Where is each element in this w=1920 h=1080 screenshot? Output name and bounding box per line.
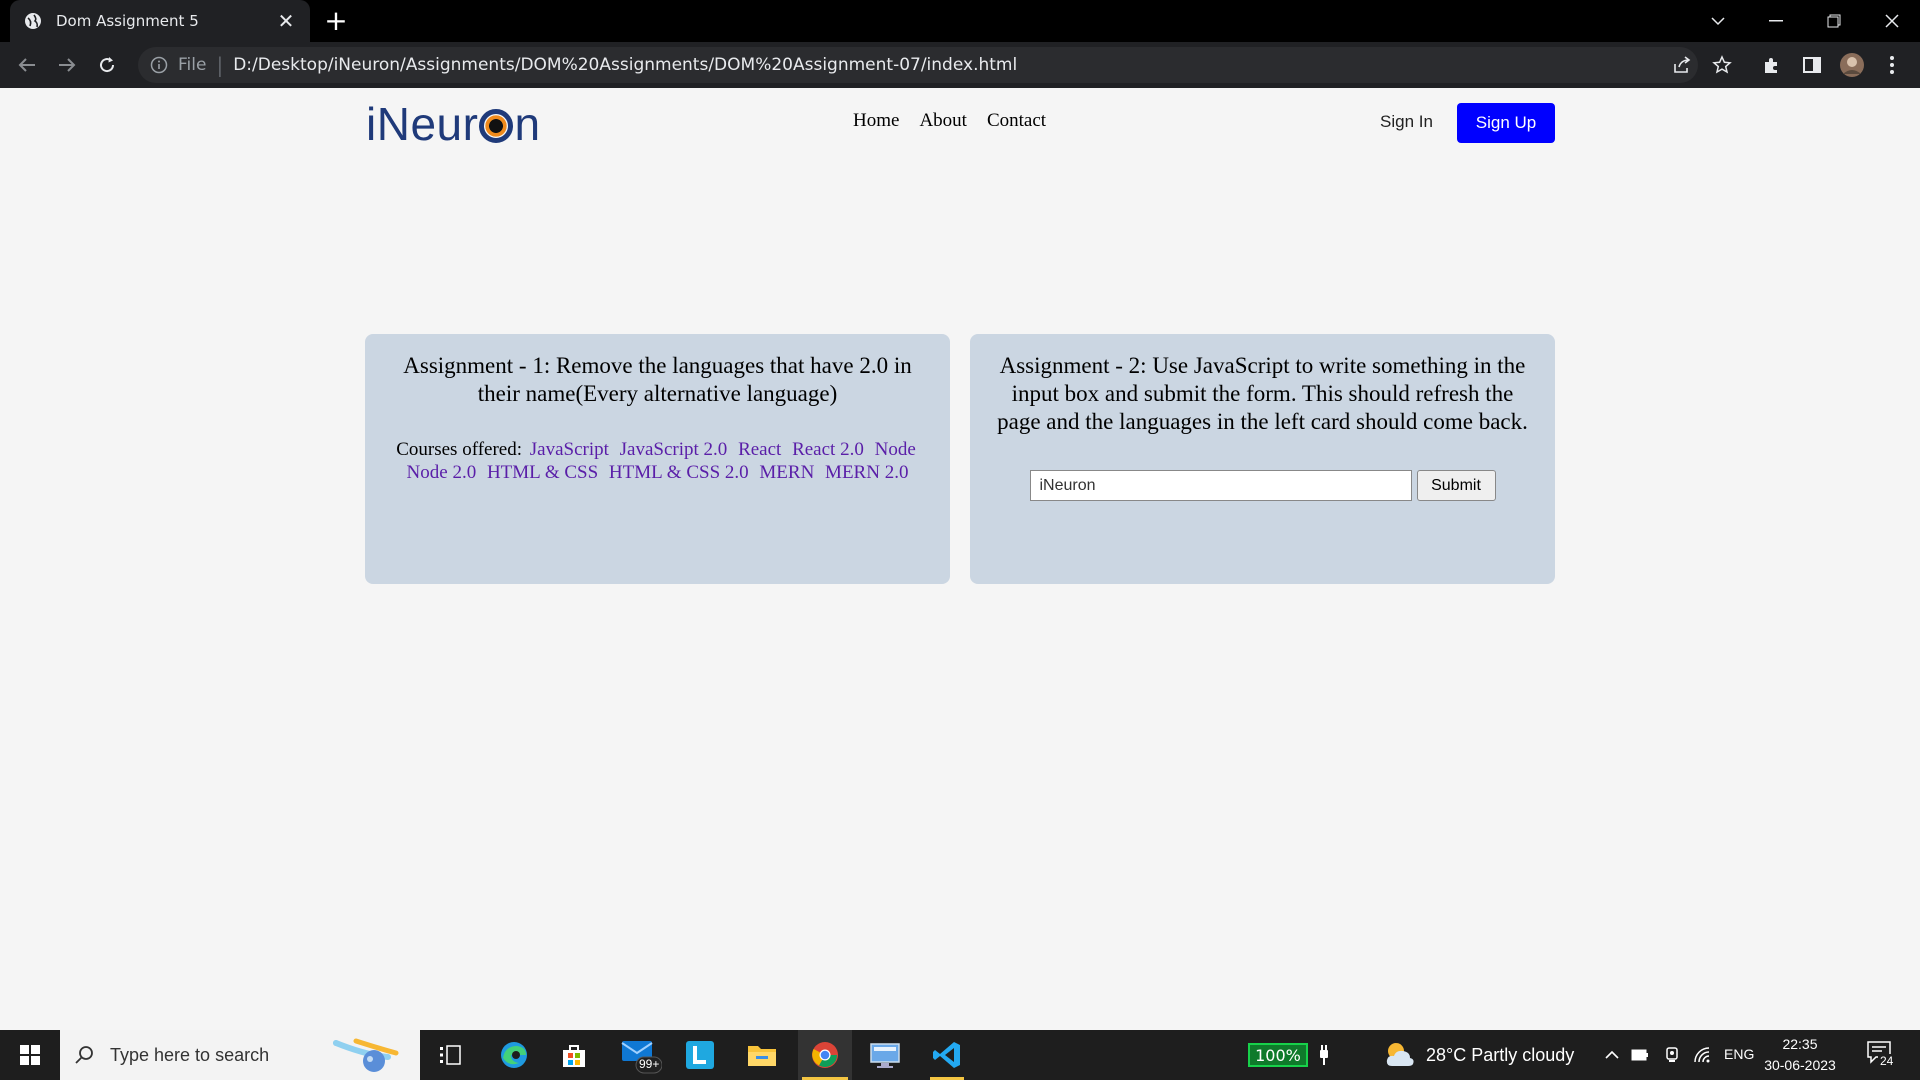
course-link[interactable]: JavaScript 2.0 (620, 439, 728, 460)
notification-center-icon[interactable]: 24 (1866, 1040, 1898, 1070)
clock-time: 22:35 (1782, 1036, 1818, 1052)
comet-search-highlight-icon (333, 1038, 399, 1072)
show-hidden-icons-chevron-icon[interactable] (1600, 1030, 1624, 1080)
assignment-1-heading: Assignment - 1: Remove the languages tha… (403, 353, 912, 406)
assignment-2-card: Assignment - 2: Use JavaScript to write … (970, 334, 1555, 584)
forward-arrow-icon[interactable] (52, 50, 82, 80)
plug-charging-icon (1312, 1030, 1336, 1080)
windows-taskbar: Type here to search 99+ 100% 28°C Partly… (0, 1030, 1920, 1080)
course-link[interactable]: HTML & CSS 2.0 (609, 462, 749, 483)
clock-date: 30-06-2023 (1764, 1057, 1836, 1073)
system-clock[interactable]: 22:35 30-06-2023 (1760, 1034, 1840, 1076)
info-icon[interactable] (150, 56, 168, 74)
close-tab-icon[interactable]: ✕ (276, 9, 296, 33)
edge-browser-icon[interactable] (490, 1030, 538, 1080)
address-url[interactable]: D:/Desktop/iNeuron/Assignments/DOM%20Ass… (233, 55, 1017, 75)
courses-list: Courses offered: JavaScript JavaScript 2… (385, 438, 930, 484)
side-panel-icon[interactable] (1797, 50, 1827, 80)
new-tab-button[interactable]: + (322, 7, 350, 36)
course-link[interactable]: HTML & CSS (487, 462, 598, 483)
main-nav: Home About Contact (853, 110, 1046, 132)
weather-widget[interactable]: 28°C Partly cloudy (1382, 1030, 1574, 1080)
course-link[interactable]: MERN (759, 462, 814, 483)
ineuron-logo[interactable]: iNeur n (366, 96, 541, 152)
assignment-form: Submit (990, 470, 1535, 501)
bookmark-star-icon[interactable] (1707, 50, 1737, 80)
input-language-indicator[interactable]: ENG (1724, 1046, 1754, 1062)
vscode-icon[interactable] (922, 1030, 972, 1080)
profile-avatar[interactable] (1837, 50, 1867, 80)
tab-search-chevron-icon[interactable] (1690, 0, 1746, 42)
browser-tab[interactable]: Dom Assignment 5 ✕ (10, 0, 310, 42)
camera-tray-icon[interactable] (1660, 1030, 1684, 1080)
battery-indicator[interactable]: 100% (1248, 1043, 1308, 1067)
nav-home-link[interactable]: Home (853, 110, 899, 132)
browser-toolbar: File | D:/Desktop/iNeuron/Assignments/DO… (0, 42, 1920, 88)
globe-icon (25, 13, 41, 29)
sign-in-link[interactable]: Sign In (1380, 112, 1433, 132)
logo-text-end: n (514, 98, 541, 150)
mail-badge: 99+ (639, 1057, 660, 1071)
logo-text-start: iNeur (366, 98, 479, 150)
restore-window-button[interactable] (1806, 0, 1862, 42)
course-link[interactable]: React (738, 439, 781, 460)
taskbar-search-box[interactable]: Type here to search (60, 1030, 420, 1080)
mail-icon[interactable]: 99+ (612, 1030, 668, 1080)
assignment-2-heading: Assignment - 2: Use JavaScript to write … (997, 353, 1528, 434)
notification-count: 24 (1878, 1054, 1896, 1068)
sign-up-button[interactable]: Sign Up (1457, 103, 1555, 143)
course-link[interactable]: React 2.0 (792, 439, 864, 460)
share-icon[interactable] (1667, 50, 1697, 80)
course-link[interactable]: Node 2.0 (407, 462, 477, 483)
extensions-puzzle-icon[interactable] (1757, 50, 1787, 80)
microsoft-store-icon[interactable] (550, 1030, 598, 1080)
assignment-1-card: Assignment - 1: Remove the languages tha… (365, 334, 950, 584)
back-arrow-icon[interactable] (12, 50, 42, 80)
course-link[interactable]: MERN 2.0 (825, 462, 908, 483)
address-separator: | (216, 53, 224, 77)
file-explorer-icon[interactable] (738, 1030, 786, 1080)
task-view-icon[interactable] (430, 1030, 470, 1080)
text-input[interactable] (1029, 470, 1412, 501)
chrome-taskbar-icon[interactable] (798, 1030, 852, 1080)
minimize-window-button[interactable] (1748, 0, 1804, 42)
course-link[interactable]: JavaScript (530, 439, 609, 460)
browser-tab-strip: Dom Assignment 5 ✕ + (0, 0, 1920, 42)
l-app-icon[interactable] (678, 1030, 722, 1080)
nav-contact-link[interactable]: Contact (987, 110, 1046, 132)
course-link[interactable]: Node (875, 439, 916, 460)
address-bar[interactable]: File | D:/Desktop/iNeuron/Assignments/DO… (138, 47, 1698, 83)
remote-desktop-icon[interactable] (860, 1030, 910, 1080)
web-page: iNeur n Home About Contact Sign In Sign U… (0, 88, 1920, 1030)
address-scheme-label: File (178, 55, 207, 75)
submit-button[interactable]: Submit (1416, 470, 1496, 501)
wifi-icon[interactable] (1690, 1030, 1714, 1080)
nav-about-link[interactable]: About (919, 110, 967, 132)
partly-cloudy-icon (1386, 1043, 1414, 1066)
close-window-button[interactable] (1864, 0, 1920, 42)
logo-o-emblem (479, 109, 514, 143)
tab-title: Dom Assignment 5 (56, 12, 199, 30)
search-placeholder: Type here to search (110, 1044, 270, 1065)
weather-text: 28°C Partly cloudy (1426, 1044, 1575, 1065)
reload-icon[interactable] (92, 50, 122, 80)
courses-label: Courses offered: (396, 439, 522, 460)
search-icon (75, 1046, 93, 1064)
battery-tray-icon[interactable] (1628, 1030, 1652, 1080)
chrome-menu-icon[interactable] (1877, 50, 1907, 80)
windows-start-icon[interactable] (8, 1030, 52, 1080)
